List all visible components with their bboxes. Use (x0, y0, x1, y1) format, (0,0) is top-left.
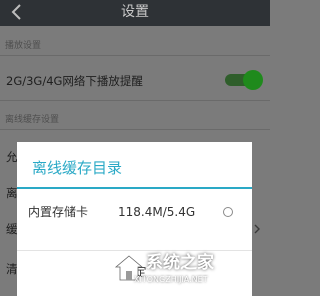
watermark: 系统之家 XITONGZHIJIA.NET (108, 250, 268, 290)
storage-size: 118.4M/5.4G (118, 205, 196, 219)
setting-row-allow[interactable]: 允 (6, 150, 18, 164)
dialog-title-underline (17, 187, 252, 189)
toggle-knob (243, 70, 263, 90)
page-title: 设置 (121, 4, 149, 20)
chevron-right-icon (254, 224, 260, 234)
divider (0, 100, 270, 101)
divider (0, 129, 270, 130)
section-header-offline: 离线缓存设置 (5, 115, 60, 125)
storage-radio-button[interactable] (223, 207, 233, 217)
watermark-text: 系统之家 (146, 253, 214, 273)
dialog-title: 离线缓存目录 (32, 159, 123, 177)
section-header-playback: 播放设置 (5, 41, 42, 51)
storage-option-internal[interactable]: 内置存储卡 118.4M/5.4G (17, 198, 252, 226)
network-reminder-toggle[interactable] (225, 70, 263, 90)
divider (0, 55, 270, 56)
storage-name: 内置存储卡 (28, 205, 89, 219)
watermark-url: XITONGZHIJIA.NET (134, 275, 208, 284)
setting-row-clear[interactable]: 清 (6, 262, 18, 276)
setting-row-offline[interactable]: 离 (6, 186, 18, 200)
network-reminder-label: 2G/3G/4G网络下播放提醒 (6, 74, 143, 88)
title-bar: 设置 (0, 0, 270, 26)
setting-row-cache[interactable]: 缓 (6, 222, 18, 236)
